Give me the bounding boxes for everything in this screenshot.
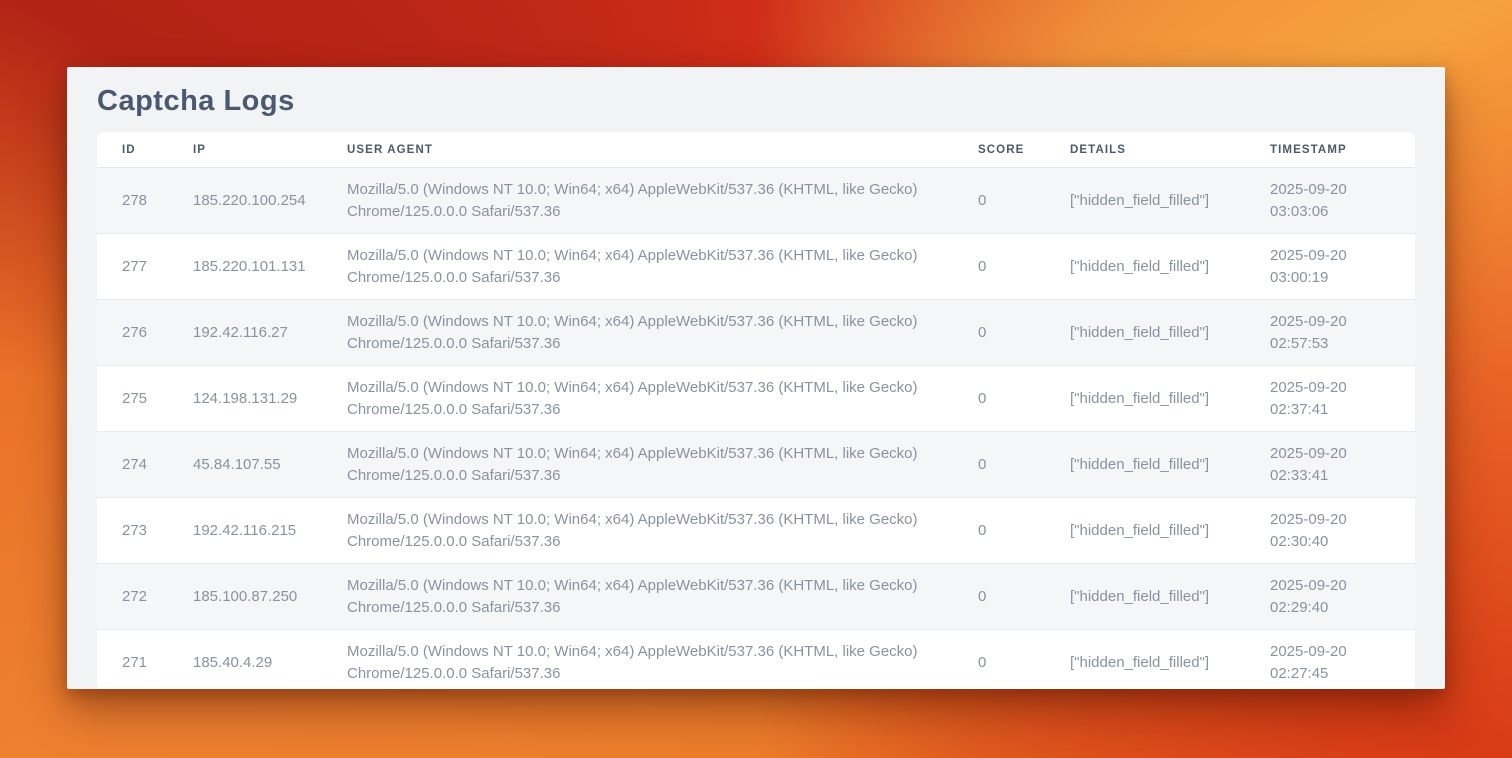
cell-timestamp: 2025-09-20 02:27:45 bbox=[1270, 630, 1415, 690]
table-body: 278 185.220.100.254 Mozilla/5.0 (Windows… bbox=[97, 168, 1415, 690]
cell-details: ["hidden_field_filled"] bbox=[1070, 366, 1270, 432]
cell-id: 273 bbox=[97, 498, 193, 564]
cell-score: 0 bbox=[978, 300, 1070, 366]
column-header-timestamp: TIMESTAMP bbox=[1270, 132, 1415, 168]
cell-ip: 185.220.100.254 bbox=[193, 168, 347, 234]
cell-details: ["hidden_field_filled"] bbox=[1070, 432, 1270, 498]
cell-timestamp: 2025-09-20 02:33:41 bbox=[1270, 432, 1415, 498]
cell-score: 0 bbox=[978, 630, 1070, 690]
cell-ip: 192.42.116.215 bbox=[193, 498, 347, 564]
cell-id: 272 bbox=[97, 564, 193, 630]
table-row: 276 192.42.116.27 Mozilla/5.0 (Windows N… bbox=[97, 300, 1415, 366]
cell-timestamp: 2025-09-20 02:30:40 bbox=[1270, 498, 1415, 564]
cell-details: ["hidden_field_filled"] bbox=[1070, 234, 1270, 300]
cell-timestamp: 2025-09-20 03:03:06 bbox=[1270, 168, 1415, 234]
cell-ip: 185.220.101.131 bbox=[193, 234, 347, 300]
cell-score: 0 bbox=[978, 234, 1070, 300]
cell-user-agent: Mozilla/5.0 (Windows NT 10.0; Win64; x64… bbox=[347, 630, 978, 690]
column-header-score: SCORE bbox=[978, 132, 1070, 168]
column-header-details: DETAILS bbox=[1070, 132, 1270, 168]
cell-id: 276 bbox=[97, 300, 193, 366]
column-header-ip: IP bbox=[193, 132, 347, 168]
cell-score: 0 bbox=[978, 564, 1070, 630]
cell-user-agent: Mozilla/5.0 (Windows NT 10.0; Win64; x64… bbox=[347, 300, 978, 366]
table-row: 274 45.84.107.55 Mozilla/5.0 (Windows NT… bbox=[97, 432, 1415, 498]
cell-details: ["hidden_field_filled"] bbox=[1070, 630, 1270, 690]
page-title: Captcha Logs bbox=[97, 84, 1415, 118]
table-row: 277 185.220.101.131 Mozilla/5.0 (Windows… bbox=[97, 234, 1415, 300]
cell-timestamp: 2025-09-20 03:00:19 bbox=[1270, 234, 1415, 300]
table-header: ID IP USER AGENT SCORE DETAILS TIMESTAMP bbox=[97, 132, 1415, 168]
cell-details: ["hidden_field_filled"] bbox=[1070, 300, 1270, 366]
cell-details: ["hidden_field_filled"] bbox=[1070, 498, 1270, 564]
cell-ip: 124.198.131.29 bbox=[193, 366, 347, 432]
cell-ip: 45.84.107.55 bbox=[193, 432, 347, 498]
table-row: 273 192.42.116.215 Mozilla/5.0 (Windows … bbox=[97, 498, 1415, 564]
cell-ip: 192.42.116.27 bbox=[193, 300, 347, 366]
table-row: 278 185.220.100.254 Mozilla/5.0 (Windows… bbox=[97, 168, 1415, 234]
cell-user-agent: Mozilla/5.0 (Windows NT 10.0; Win64; x64… bbox=[347, 432, 978, 498]
cell-ip: 185.40.4.29 bbox=[193, 630, 347, 690]
cell-user-agent: Mozilla/5.0 (Windows NT 10.0; Win64; x64… bbox=[347, 366, 978, 432]
cell-user-agent: Mozilla/5.0 (Windows NT 10.0; Win64; x64… bbox=[347, 498, 978, 564]
cell-user-agent: Mozilla/5.0 (Windows NT 10.0; Win64; x64… bbox=[347, 564, 978, 630]
cell-user-agent: Mozilla/5.0 (Windows NT 10.0; Win64; x64… bbox=[347, 234, 978, 300]
captcha-logs-card: Captcha Logs ID IP USER AGENT SCORE DETA… bbox=[67, 67, 1445, 689]
cell-timestamp: 2025-09-20 02:57:53 bbox=[1270, 300, 1415, 366]
table-row: 271 185.40.4.29 Mozilla/5.0 (Windows NT … bbox=[97, 630, 1415, 690]
logs-table: ID IP USER AGENT SCORE DETAILS TIMESTAMP… bbox=[97, 132, 1415, 689]
table-row: 275 124.198.131.29 Mozilla/5.0 (Windows … bbox=[97, 366, 1415, 432]
cell-score: 0 bbox=[978, 366, 1070, 432]
table-row: 272 185.100.87.250 Mozilla/5.0 (Windows … bbox=[97, 564, 1415, 630]
cell-id: 277 bbox=[97, 234, 193, 300]
cell-timestamp: 2025-09-20 02:29:40 bbox=[1270, 564, 1415, 630]
cell-score: 0 bbox=[978, 498, 1070, 564]
column-header-id: ID bbox=[97, 132, 193, 168]
column-header-user-agent: USER AGENT bbox=[347, 132, 978, 168]
cell-id: 275 bbox=[97, 366, 193, 432]
cell-id: 278 bbox=[97, 168, 193, 234]
logs-table-container: ID IP USER AGENT SCORE DETAILS TIMESTAMP… bbox=[97, 132, 1415, 689]
cell-id: 274 bbox=[97, 432, 193, 498]
cell-ip: 185.100.87.250 bbox=[193, 564, 347, 630]
cell-user-agent: Mozilla/5.0 (Windows NT 10.0; Win64; x64… bbox=[347, 168, 978, 234]
cell-score: 0 bbox=[978, 168, 1070, 234]
cell-details: ["hidden_field_filled"] bbox=[1070, 564, 1270, 630]
cell-timestamp: 2025-09-20 02:37:41 bbox=[1270, 366, 1415, 432]
cell-score: 0 bbox=[978, 432, 1070, 498]
cell-details: ["hidden_field_filled"] bbox=[1070, 168, 1270, 234]
cell-id: 271 bbox=[97, 630, 193, 690]
